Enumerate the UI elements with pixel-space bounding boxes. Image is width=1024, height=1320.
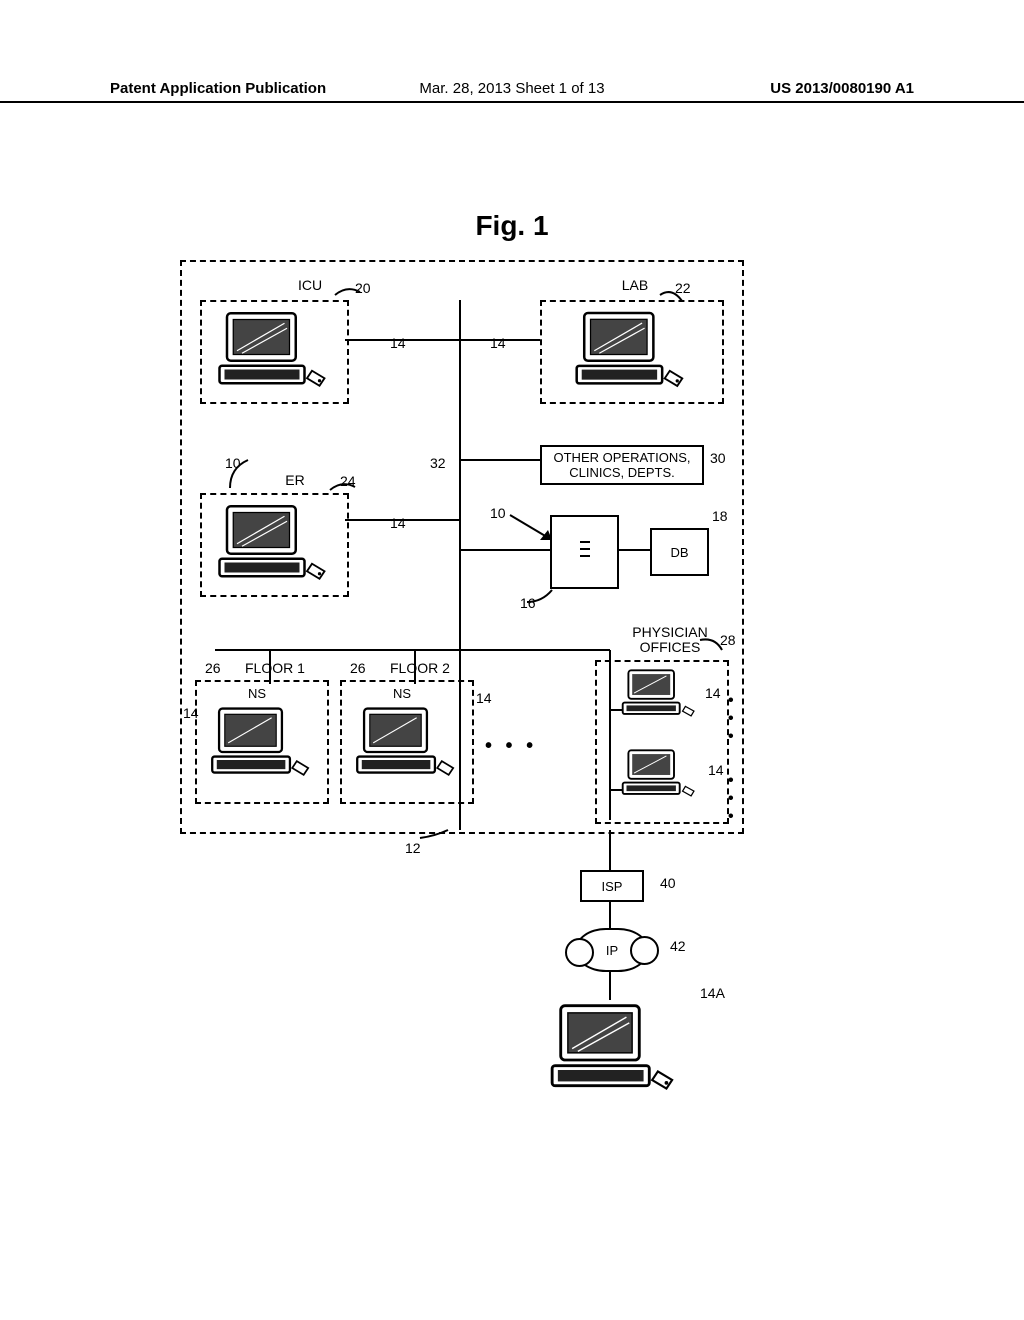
er-label: ER xyxy=(275,473,315,488)
ref-30: 30 xyxy=(710,450,726,466)
ref-18: 18 xyxy=(712,508,728,524)
ip-label: IP xyxy=(606,943,618,958)
ref-14-icu: 14 xyxy=(390,335,406,351)
po-title: PHYSICIAN OFFICES xyxy=(620,625,720,656)
ip-cloud: IP xyxy=(575,928,649,972)
floor2-label: FLOOR 2 xyxy=(390,660,450,676)
ref-42: 42 xyxy=(670,938,686,954)
db-box: DB xyxy=(650,528,709,576)
ref-14-po1: 14 xyxy=(705,685,721,701)
ref-28: 28 xyxy=(720,632,736,648)
lab-box xyxy=(540,300,724,404)
lab-label: LAB xyxy=(610,278,660,293)
ref-10-right: 10 xyxy=(490,505,506,521)
icu-box xyxy=(200,300,349,404)
ref-22: 22 xyxy=(675,280,691,296)
page: Patent Application Publication Mar. 28, … xyxy=(0,0,1024,1320)
ref-24: 24 xyxy=(340,473,356,489)
po-ellipsis1: • • • xyxy=(728,692,740,746)
ns2-label: NS xyxy=(372,684,432,702)
floor-ellipsis: • • • xyxy=(485,735,537,758)
server-icon xyxy=(575,537,595,567)
floor2-box: NS xyxy=(340,680,474,804)
po-ellipsis2: • • • xyxy=(728,772,740,826)
header-right: US 2013/0080190 A1 xyxy=(646,80,1024,97)
figure-title: Fig. 1 xyxy=(0,210,1024,242)
ref-14-po2: 14 xyxy=(708,762,724,778)
computer-icon xyxy=(617,667,712,722)
ref-12: 12 xyxy=(405,840,421,856)
floor1-box: NS xyxy=(195,680,329,804)
ref-14A: 14A xyxy=(700,985,725,1001)
computer-icon xyxy=(540,1000,690,1100)
ref-40: 40 xyxy=(660,875,676,891)
computer-icon xyxy=(617,747,712,802)
computer-icon xyxy=(557,308,707,396)
computer-icon xyxy=(212,501,337,589)
er-box xyxy=(200,493,349,597)
ref-14-f2: 14 xyxy=(476,690,492,706)
diagram-stage: ICU 20 14 LAB 22 xyxy=(180,260,740,1110)
computer-icon xyxy=(205,704,320,784)
isp-box: ISP xyxy=(580,870,644,902)
computer-icon xyxy=(350,704,465,784)
ref-16: 16 xyxy=(520,595,536,611)
computer-icon xyxy=(212,308,337,396)
ref-20: 20 xyxy=(355,280,371,296)
header-left: Patent Application Publication xyxy=(0,80,378,97)
ref-14-lab: 14 xyxy=(490,335,506,351)
ns1-label: NS xyxy=(227,684,287,702)
header: Patent Application Publication Mar. 28, … xyxy=(0,80,1024,103)
ref-32: 32 xyxy=(430,455,446,471)
ref-26b: 26 xyxy=(350,660,366,676)
ref-26a: 26 xyxy=(205,660,221,676)
header-mid: Mar. 28, 2013 Sheet 1 of 13 xyxy=(378,80,646,97)
server-box xyxy=(550,515,619,589)
ref-14-er: 14 xyxy=(390,515,406,531)
other-ops-box: OTHER OPERATIONS, CLINICS, DEPTS. xyxy=(540,445,704,485)
floor1-label: FLOOR 1 xyxy=(245,660,305,676)
ref-10-left: 10 xyxy=(225,455,241,471)
icu-label: ICU xyxy=(280,278,340,293)
ref-14-f1: 14 xyxy=(183,705,199,721)
